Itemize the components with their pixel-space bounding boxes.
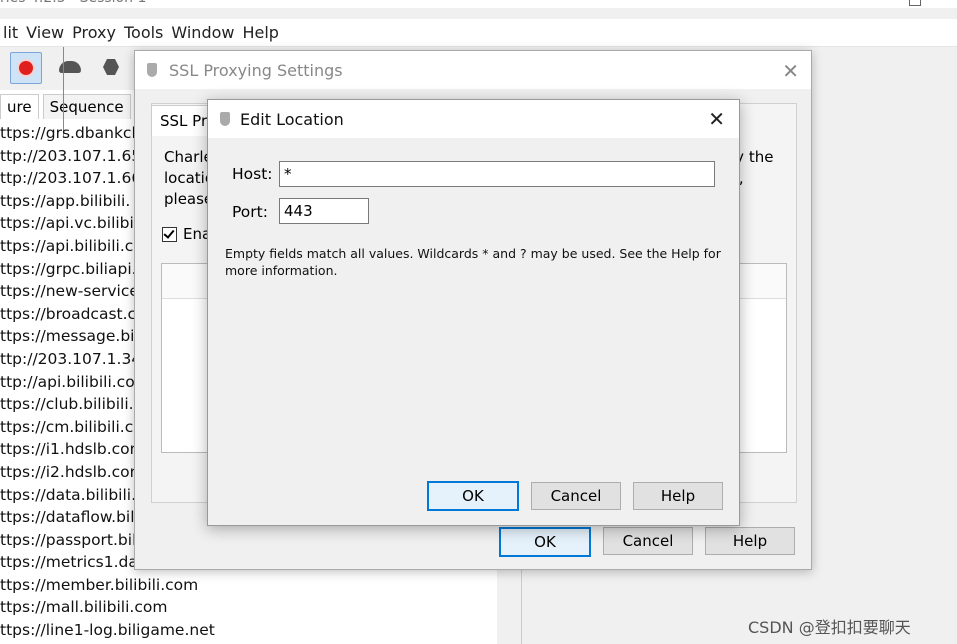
help-text-line: Empty fields match all values. Wildcards… xyxy=(225,246,721,261)
stop-button[interactable] xyxy=(96,52,126,82)
stop-icon xyxy=(103,59,119,75)
close-icon[interactable]: ✕ xyxy=(708,107,725,131)
edit-location-dialog: Edit Location ✕ Host: * Port: 443 Empty … xyxy=(207,99,740,526)
record-button[interactable] xyxy=(10,52,42,84)
port-label: Port: xyxy=(232,203,268,221)
edit-dialog-titlebar: Edit Location ✕ xyxy=(208,100,739,138)
charles-icon xyxy=(220,112,230,126)
tab-structure[interactable]: ure xyxy=(0,94,39,119)
ssl-ok-button[interactable]: OK xyxy=(499,527,591,557)
ssl-dialog-titlebar: SSL Proxying Settings ✕ xyxy=(135,51,811,89)
list-item[interactable]: ttps://line1-log.biligame.net xyxy=(0,619,495,642)
ssl-dialog-title: SSL Proxying Settings xyxy=(169,60,343,80)
menu-proxy[interactable]: Proxy xyxy=(67,23,121,42)
tab-sequence[interactable]: Sequence xyxy=(42,94,131,119)
charles-icon xyxy=(147,63,157,77)
port-input[interactable]: 443 xyxy=(279,198,369,224)
list-item[interactable]: ttps://member.bilibili.com xyxy=(0,574,495,597)
host-label: Host: xyxy=(232,165,273,183)
ssl-cancel-button[interactable]: Cancel xyxy=(603,527,693,555)
app-title: rles 4.2.5 - Session 1 xyxy=(0,0,957,8)
edit-ok-button[interactable]: OK xyxy=(427,481,519,511)
menubar: lit View Proxy Tools Window Help xyxy=(0,19,957,47)
menu-edit[interactable]: lit xyxy=(0,23,23,42)
menu-view[interactable]: View xyxy=(21,23,69,42)
menu-tools[interactable]: Tools xyxy=(119,23,168,42)
edit-cancel-button[interactable]: Cancel xyxy=(531,482,621,510)
edit-dialog-title: Edit Location xyxy=(240,109,344,129)
throttle-button[interactable] xyxy=(55,52,85,82)
maximize-icon[interactable] xyxy=(909,0,921,6)
help-text-line: more information. xyxy=(225,263,338,278)
ssl-help-button[interactable]: Help xyxy=(705,527,795,555)
host-input[interactable]: * xyxy=(279,161,715,187)
watermark: CSDN @登扣扣要聊天 xyxy=(748,618,911,637)
record-icon xyxy=(19,61,33,75)
menu-help[interactable]: Help xyxy=(237,23,283,42)
list-item[interactable]: ttps://mall.bilibili.com xyxy=(0,596,495,619)
menu-window[interactable]: Window xyxy=(166,23,239,42)
edit-help-button[interactable]: Help xyxy=(633,482,723,510)
help-text: Empty fields match all values. Wildcards… xyxy=(225,245,725,279)
enable-ssl-checkbox[interactable] xyxy=(162,226,177,242)
close-icon[interactable]: ✕ xyxy=(782,59,799,83)
session-tabs: ure Sequence xyxy=(0,94,131,120)
